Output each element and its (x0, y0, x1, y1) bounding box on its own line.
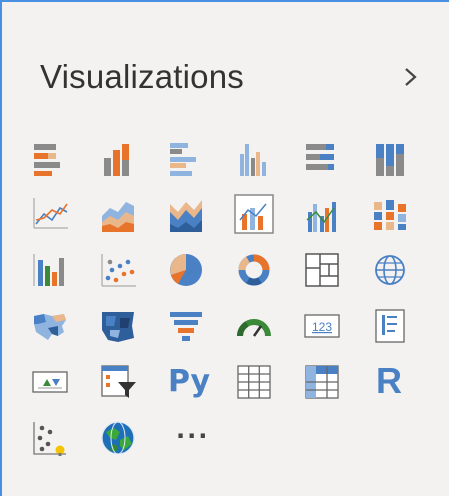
funnel-icon[interactable] (166, 306, 206, 346)
donut-chart-icon[interactable] (234, 250, 274, 290)
line-chart-icon[interactable] (30, 194, 70, 234)
r-script-visual-icon[interactable]: R (370, 360, 410, 402)
scatter-chart-icon[interactable] (98, 250, 138, 290)
line-and-stacked-column-chart-icon[interactable] (234, 194, 274, 234)
multi-row-card-icon[interactable] (370, 306, 410, 346)
ribbon-chart-icon[interactable] (370, 194, 410, 234)
slicer-icon[interactable] (98, 362, 138, 402)
more-visuals-icon[interactable]: ··· (166, 418, 210, 458)
100-stacked-column-chart-icon[interactable] (370, 138, 410, 178)
100-stacked-bar-chart-icon[interactable] (302, 138, 342, 178)
chevron-right-icon[interactable] (397, 62, 423, 92)
area-chart-icon[interactable] (98, 194, 138, 234)
arcgis-map-icon[interactable] (98, 418, 138, 458)
waterfall-chart-icon[interactable] (30, 250, 70, 290)
pane-header: Visualizations (40, 58, 429, 102)
stacked-bar-chart-icon[interactable] (30, 138, 70, 178)
visualizations-pane: Visualizations 123 Py R ··· (0, 0, 449, 496)
python-visual-label: Py (168, 364, 211, 399)
map-icon[interactable] (370, 250, 410, 290)
treemap-icon[interactable] (302, 250, 342, 290)
gauge-icon[interactable] (234, 306, 274, 346)
stacked-column-chart-icon[interactable] (98, 138, 138, 178)
table-icon[interactable] (234, 362, 274, 402)
card-icon-label: 123 (312, 320, 332, 334)
pie-chart-icon[interactable] (166, 250, 206, 290)
python-visual-icon[interactable]: Py (166, 362, 210, 402)
key-influencers-icon[interactable] (30, 418, 70, 458)
r-visual-label: R (376, 360, 402, 401)
card-icon[interactable]: 123 (302, 306, 342, 346)
matrix-icon[interactable] (302, 362, 342, 402)
clustered-column-chart-icon[interactable] (234, 138, 274, 178)
filled-map-icon[interactable] (30, 306, 70, 346)
pane-title: Visualizations (40, 58, 244, 95)
clustered-bar-chart-icon[interactable] (166, 138, 206, 178)
shape-map-icon[interactable] (98, 306, 138, 346)
line-and-clustered-column-chart-icon[interactable] (302, 194, 342, 234)
stacked-area-chart-icon[interactable] (166, 194, 206, 234)
more-visuals-label: ··· (176, 422, 210, 450)
kpi-icon[interactable] (30, 362, 70, 402)
